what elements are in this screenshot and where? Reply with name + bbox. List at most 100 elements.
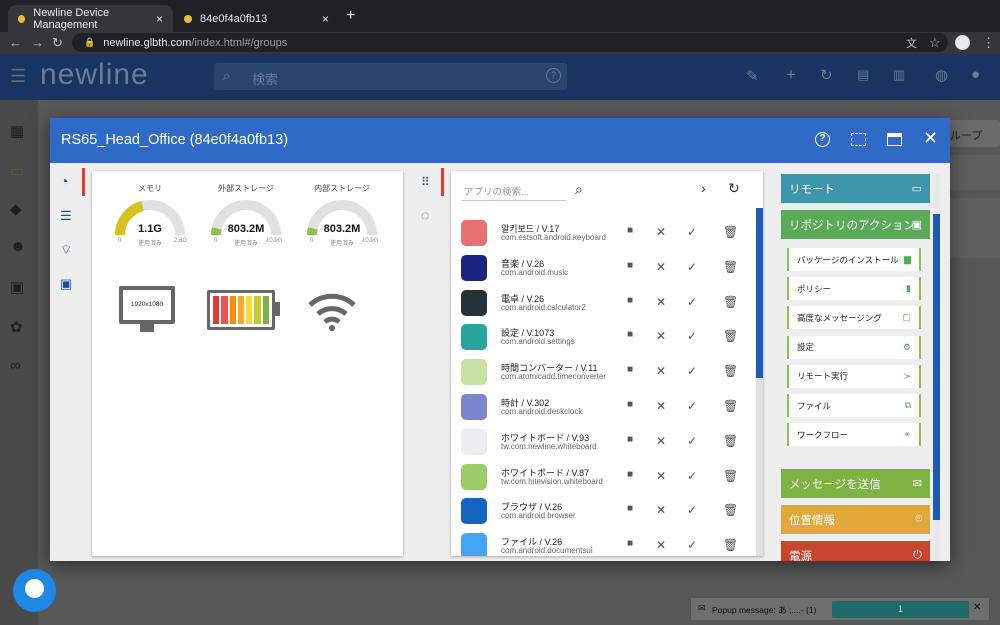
close-app-icon[interactable]: ✕ bbox=[656, 295, 666, 309]
close-app-icon[interactable]: ✕ bbox=[656, 225, 666, 239]
globe-icon[interactable]: ◍ bbox=[935, 66, 948, 84]
trash-icon[interactable]: 🗑 bbox=[723, 538, 738, 552]
dashboard-icon[interactable]: ▦ bbox=[10, 122, 24, 140]
stop-icon[interactable]: ■ bbox=[627, 538, 633, 549]
trash-icon[interactable]: 🗑 bbox=[723, 434, 738, 448]
power-button[interactable]: 電源 ⏻ bbox=[781, 541, 930, 561]
stop-icon[interactable]: ■ bbox=[627, 399, 633, 410]
stop-icon[interactable]: ■ bbox=[627, 260, 633, 271]
scrollbar-track[interactable] bbox=[756, 208, 763, 556]
close-tab-icon[interactable]: × bbox=[322, 12, 329, 26]
trash-icon[interactable]: 🗑 bbox=[723, 260, 738, 274]
submenu-item[interactable]: 高度なメッセージング ▢ bbox=[787, 306, 921, 330]
check-icon[interactable]: ✓ bbox=[687, 295, 697, 309]
close-app-icon[interactable]: ✕ bbox=[656, 260, 666, 274]
account-icon[interactable]: ● bbox=[971, 66, 980, 83]
close-icon[interactable]: ✕ bbox=[923, 128, 938, 149]
stop-icon[interactable]: ■ bbox=[627, 434, 633, 445]
shield-icon[interactable]: ◆ bbox=[10, 200, 22, 218]
check-icon[interactable]: ✓ bbox=[687, 469, 697, 483]
submenu-item[interactable]: パッケージのインストール ▆ bbox=[787, 248, 921, 271]
stop-icon[interactable]: ■ bbox=[627, 295, 633, 306]
browser-tab-2[interactable]: 84e0f4a0fb13 × bbox=[174, 5, 339, 32]
devices-icon[interactable]: ▭ bbox=[10, 162, 24, 180]
send-message-button[interactable]: メッセージを送信 ✉ bbox=[781, 469, 930, 498]
window-icon[interactable] bbox=[887, 133, 902, 146]
trash-icon[interactable]: 🗑 bbox=[723, 295, 738, 309]
forward-icon[interactable]: → bbox=[31, 35, 44, 50]
browser-tab-1[interactable]: Newline Device Management × bbox=[8, 5, 173, 32]
check-icon[interactable]: ✓ bbox=[687, 538, 697, 552]
back-icon[interactable]: ← bbox=[9, 35, 22, 50]
users-icon[interactable]: ☻ bbox=[10, 238, 26, 255]
stop-icon[interactable]: ■ bbox=[627, 225, 633, 236]
link-icon[interactable]: ∞ bbox=[10, 357, 21, 374]
columns-icon[interactable]: ▥ bbox=[893, 67, 905, 83]
url-input[interactable]: 🔒 newline.glbth.com /index.html#/groups bbox=[72, 33, 948, 52]
remote-button[interactable]: リモート ▭ bbox=[781, 174, 930, 203]
profile-avatar[interactable] bbox=[955, 35, 970, 50]
add-icon[interactable]: + bbox=[786, 65, 796, 85]
apps-settings-icon[interactable]: ✿ bbox=[10, 318, 23, 336]
location-button[interactable]: 位置情報 ⌾ bbox=[781, 505, 930, 534]
speedometer-icon[interactable]: ◔ bbox=[60, 173, 68, 189]
check-icon[interactable]: ✓ bbox=[687, 503, 697, 517]
close-tab-icon[interactable]: × bbox=[156, 12, 163, 26]
submenu-item[interactable]: ファイル ⧉ bbox=[787, 394, 921, 417]
chat-button[interactable] bbox=[13, 569, 56, 612]
popup-message-bar[interactable]: ✉ Popup message: あ ;....- (1) 1 ✕ bbox=[690, 597, 990, 621]
check-icon[interactable]: ✓ bbox=[687, 260, 697, 274]
trash-icon[interactable]: 🗑 bbox=[723, 225, 738, 239]
trash-icon[interactable]: 🗑 bbox=[723, 329, 738, 343]
check-icon[interactable]: ✓ bbox=[687, 329, 697, 343]
app-search-input[interactable]: ⌕ 検索 ? bbox=[214, 63, 567, 90]
list-icon[interactable]: ☰ bbox=[60, 208, 72, 224]
submenu-item[interactable]: ポリシー ▮ bbox=[787, 277, 921, 301]
bookmark-star-icon[interactable]: ☆ bbox=[929, 35, 941, 51]
search-icon[interactable]: ⌕ bbox=[575, 181, 583, 198]
loading-icon[interactable]: ◌ bbox=[421, 207, 429, 223]
stop-icon[interactable]: ■ bbox=[627, 469, 633, 480]
refresh-icon[interactable]: ↻ bbox=[820, 66, 833, 84]
scrollbar-thumb[interactable] bbox=[756, 208, 763, 378]
refresh-icon[interactable]: ↻ bbox=[728, 180, 740, 197]
trash-icon[interactable]: 🗑 bbox=[723, 364, 738, 378]
close-app-icon[interactable]: ✕ bbox=[656, 364, 666, 378]
check-icon[interactable]: ✓ bbox=[687, 399, 697, 413]
monitor-settings-icon[interactable]: ▣ bbox=[60, 276, 72, 292]
help-icon[interactable]: ? bbox=[815, 132, 830, 147]
stop-icon[interactable]: ■ bbox=[627, 329, 633, 340]
scrollbar-thumb[interactable] bbox=[933, 214, 940, 520]
trash-icon[interactable]: 🗑 bbox=[723, 503, 738, 517]
close-app-icon[interactable]: ✕ bbox=[656, 503, 666, 517]
check-icon[interactable]: ✓ bbox=[687, 225, 697, 239]
close-icon[interactable]: ✕ bbox=[973, 602, 981, 613]
actions-scrollbar[interactable] bbox=[933, 174, 940, 561]
reload-icon[interactable]: ↻ bbox=[52, 35, 63, 51]
group-button[interactable]: ループ bbox=[942, 120, 1000, 147]
apps-grid-icon[interactable]: ⠿ bbox=[421, 175, 430, 189]
print-icon[interactable]: ▤ bbox=[857, 67, 869, 83]
wifi-settings-icon[interactable]: ⌔ bbox=[60, 242, 72, 258]
close-app-icon[interactable]: ✕ bbox=[656, 538, 666, 552]
hamburger-menu-icon[interactable]: ☰ bbox=[10, 66, 26, 87]
check-icon[interactable]: ✓ bbox=[687, 364, 697, 378]
check-icon[interactable]: ✓ bbox=[687, 434, 697, 448]
submenu-item[interactable]: ワークフロー ⚭ bbox=[787, 423, 921, 447]
submenu-item[interactable]: 設定 ⚙ bbox=[787, 335, 921, 359]
stop-icon[interactable]: ■ bbox=[627, 503, 633, 514]
trash-icon[interactable]: 🗑 bbox=[723, 399, 738, 413]
submenu-item[interactable]: リモート実行 ≻ bbox=[787, 364, 921, 388]
save-icon[interactable]: ▣ bbox=[10, 278, 24, 296]
translate-icon[interactable]: 文 bbox=[906, 35, 917, 51]
repository-actions-button[interactable]: リポジトリのアクション ▣ bbox=[781, 210, 930, 239]
close-app-icon[interactable]: ✕ bbox=[656, 469, 666, 483]
chevron-right-icon[interactable]: › bbox=[701, 180, 706, 196]
close-app-icon[interactable]: ✕ bbox=[656, 434, 666, 448]
trash-icon[interactable]: 🗑 bbox=[723, 469, 738, 483]
screenshot-icon[interactable] bbox=[851, 133, 866, 146]
search-help-icon[interactable]: ? bbox=[546, 68, 561, 83]
app-search-field[interactable]: アプリの検索... bbox=[462, 179, 566, 201]
close-app-icon[interactable]: ✕ bbox=[656, 399, 666, 413]
stop-icon[interactable]: ■ bbox=[627, 364, 633, 375]
